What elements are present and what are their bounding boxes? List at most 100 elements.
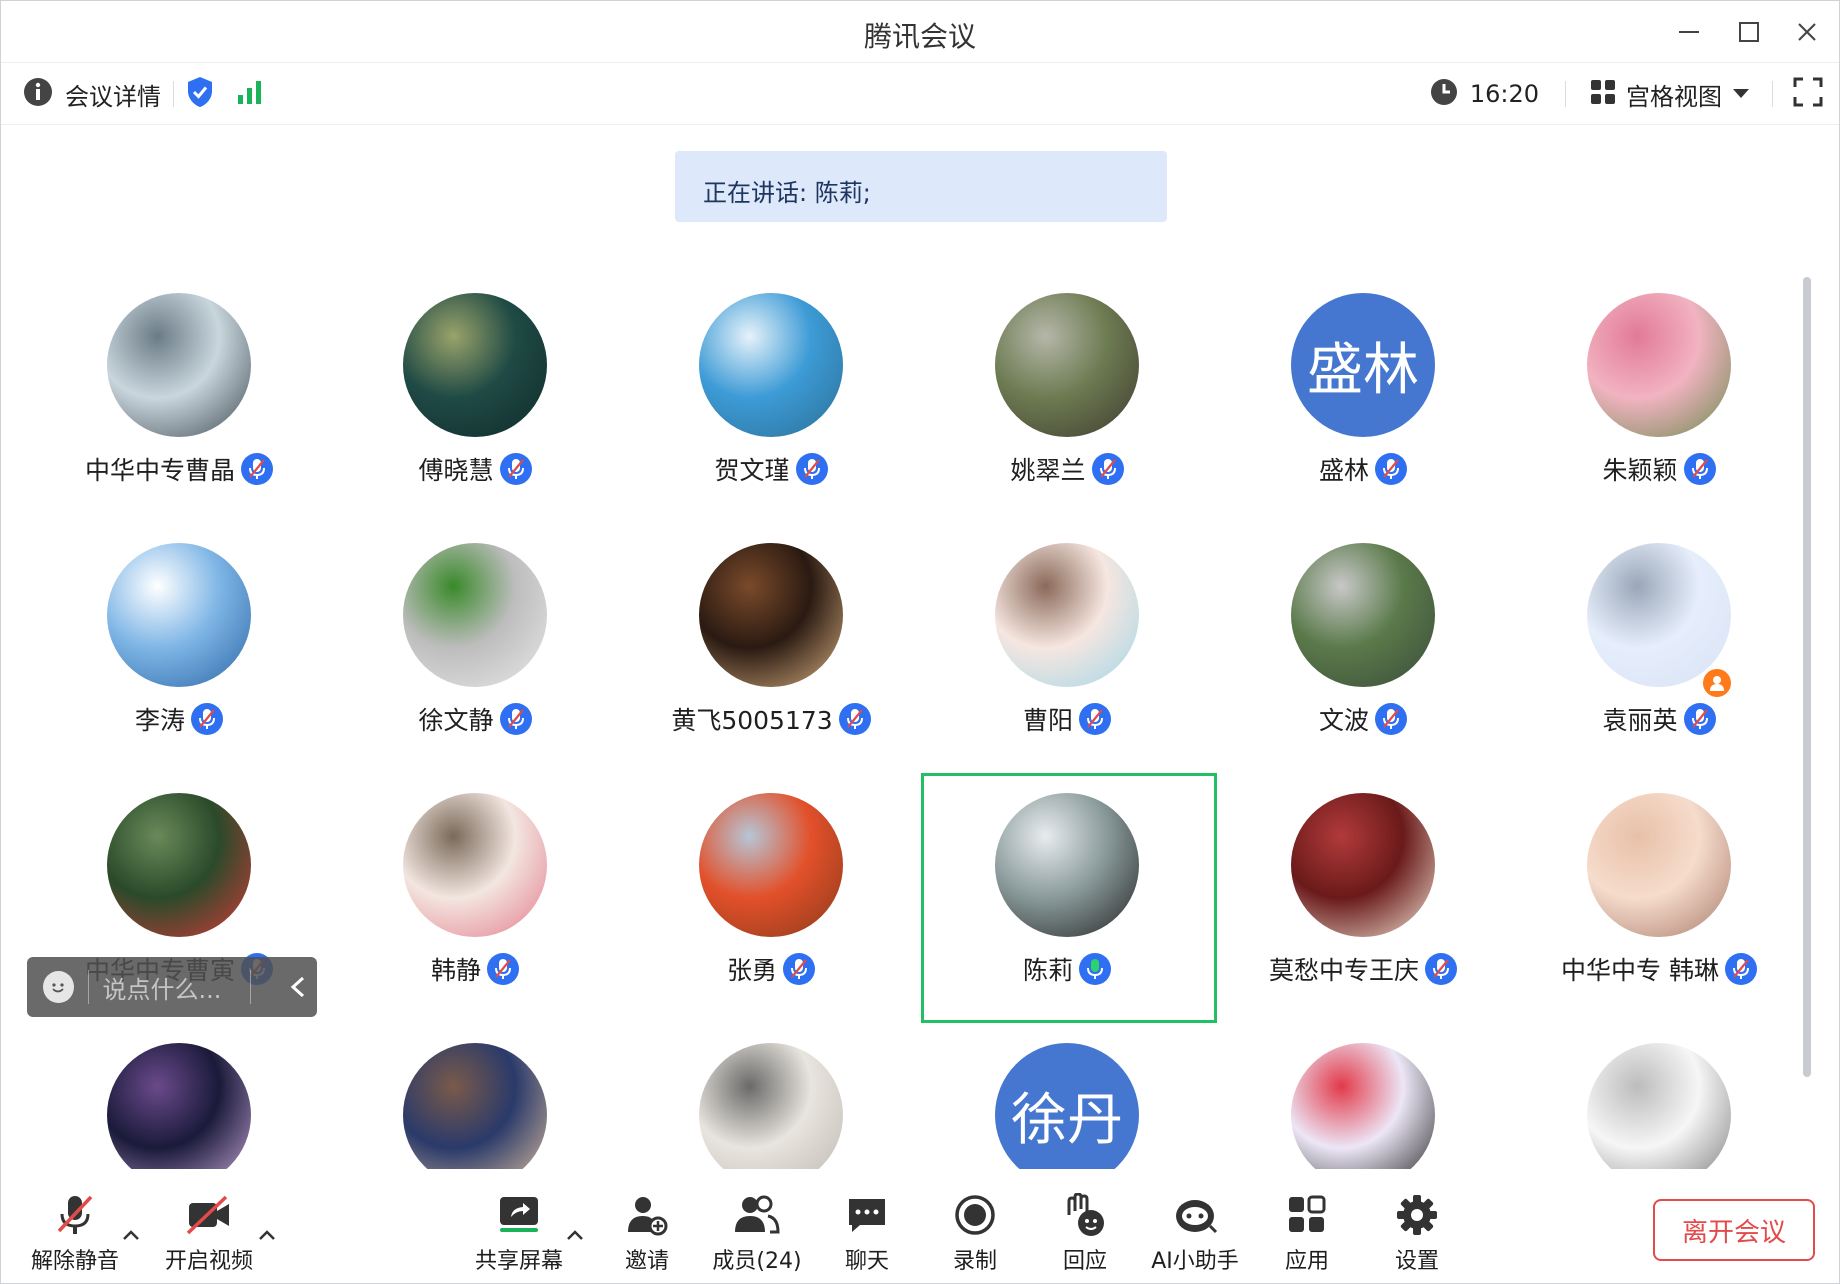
avatar bbox=[403, 293, 547, 437]
mic-muted-icon bbox=[1425, 953, 1457, 985]
participant-tile[interactable]: 黄飞5005173 bbox=[623, 543, 919, 793]
chat-button[interactable]: 聊天 bbox=[839, 1169, 895, 1283]
share-screen-button[interactable]: 共享屏幕 bbox=[471, 1169, 567, 1283]
participant-tile[interactable]: 傅晓慧 bbox=[327, 293, 623, 543]
participant-tile[interactable] bbox=[1511, 1043, 1801, 1171]
avatar bbox=[107, 293, 251, 437]
meeting-toolbar: 解除静音 开启视频 共享屏幕 邀请 成员(24) 聊天 录制 回应 AI小助手 … bbox=[1, 1169, 1839, 1283]
participant-tile[interactable]: 中华中专 韩琳 bbox=[1511, 793, 1801, 1043]
avatar bbox=[107, 793, 251, 937]
participant-name-line: 中华中专曹晶 bbox=[31, 451, 327, 487]
unmute-label: 解除静音 bbox=[30, 1249, 119, 1274]
avatar bbox=[699, 793, 843, 937]
participant-tile[interactable] bbox=[1215, 1043, 1511, 1171]
participant-name-line: 韩静 bbox=[327, 951, 623, 987]
avatar bbox=[1291, 1043, 1435, 1171]
participant-tile[interactable]: 徐丹 bbox=[919, 1043, 1215, 1171]
quick-chat-input[interactable]: 说点什么... bbox=[27, 957, 317, 1017]
participant-tile[interactable] bbox=[623, 1043, 919, 1171]
participant-tile[interactable]: 袁丽英 bbox=[1511, 543, 1801, 793]
participant-tile[interactable]: 姚翠兰 bbox=[919, 293, 1215, 543]
participant-tile[interactable]: 莫愁中专王庆 bbox=[1215, 793, 1511, 1043]
participant-name: 朱颖颖 bbox=[1602, 456, 1678, 485]
mic-muted-icon bbox=[1079, 703, 1111, 735]
avatar bbox=[699, 293, 843, 437]
participant-tile[interactable]: 徐文静 bbox=[327, 543, 623, 793]
participant-name: 莫愁中专王庆 bbox=[1268, 956, 1419, 985]
avatar-initials: 盛林 bbox=[1307, 337, 1419, 403]
ai-assistant-button[interactable]: AI小助手 bbox=[1147, 1169, 1243, 1283]
chevron-up-icon[interactable] bbox=[255, 1225, 279, 1245]
mic-muted-icon bbox=[783, 953, 815, 985]
participant-tile[interactable]: 贺文瑾 bbox=[623, 293, 919, 543]
chat-icon bbox=[843, 1191, 891, 1239]
chevron-up-icon[interactable] bbox=[119, 1225, 143, 1245]
participant-name: 张勇 bbox=[726, 956, 777, 985]
avatar-initials: 徐丹 bbox=[1011, 1087, 1123, 1153]
avatar bbox=[995, 543, 1139, 687]
participant-name-line: 傅晓慧 bbox=[327, 451, 623, 487]
participant-tile[interactable]: 韩静 bbox=[327, 793, 623, 1043]
divider bbox=[249, 970, 251, 1004]
emoji-icon[interactable] bbox=[43, 971, 74, 1003]
apps-grid-icon bbox=[1283, 1191, 1331, 1239]
leave-meeting-button[interactable]: 离开会议 bbox=[1653, 1199, 1815, 1261]
avatar bbox=[699, 543, 843, 687]
participant-tile[interactable]: 中华中专曹晶 bbox=[31, 293, 327, 543]
mic-muted-icon bbox=[487, 953, 519, 985]
participant-name: 袁丽英 bbox=[1602, 706, 1678, 735]
ai-assistant-label: AI小助手 bbox=[1151, 1249, 1239, 1274]
participant-tile[interactable]: 李涛 bbox=[31, 543, 327, 793]
mic-muted-icon bbox=[1683, 703, 1716, 735]
react-button[interactable]: 回应 bbox=[1057, 1169, 1113, 1283]
participant-name-line: 袁丽英 bbox=[1511, 701, 1801, 737]
avatar bbox=[1587, 293, 1731, 437]
scrollbar[interactable] bbox=[1803, 277, 1811, 1077]
participant-tile[interactable]: 朱颖颖 bbox=[1511, 293, 1801, 543]
start-video-label: 开启视频 bbox=[164, 1249, 253, 1274]
share-screen-icon bbox=[495, 1191, 543, 1239]
invite-button[interactable]: 邀请 bbox=[615, 1169, 679, 1283]
avatar: 盛林 bbox=[1291, 293, 1435, 437]
add-user-icon bbox=[623, 1191, 671, 1239]
mic-muted-icon bbox=[1091, 453, 1124, 485]
host-badge-icon bbox=[1701, 667, 1733, 699]
settings-label: 设置 bbox=[1394, 1249, 1439, 1274]
muted-mic-icon bbox=[51, 1191, 99, 1239]
participant-tile[interactable]: 曹阳 bbox=[919, 543, 1215, 793]
settings-button[interactable]: 设置 bbox=[1389, 1169, 1445, 1283]
chevron-up-icon[interactable] bbox=[563, 1225, 587, 1245]
record-button[interactable]: 录制 bbox=[947, 1169, 1003, 1283]
gear-icon bbox=[1393, 1191, 1441, 1239]
participant-name: 徐文静 bbox=[418, 706, 494, 735]
participant-name-line: 曹阳 bbox=[919, 701, 1215, 737]
members-icon bbox=[733, 1191, 781, 1239]
participant-name: 中华中专 韩琳 bbox=[1561, 956, 1719, 985]
meeting-window: 腾讯会议 会议详情 16:20 宫格视图 正在讲话: 陈莉; 中华中专曹晶 傅晓… bbox=[0, 0, 1840, 1284]
participant-tile[interactable]: 盛林 盛林 bbox=[1215, 293, 1511, 543]
members-button[interactable]: 成员(24) bbox=[712, 1169, 802, 1283]
participant-name-line: 贺文瑾 bbox=[623, 451, 919, 487]
react-label: 回应 bbox=[1062, 1249, 1107, 1274]
participant-tile[interactable] bbox=[327, 1043, 623, 1171]
mic-muted-icon bbox=[1375, 703, 1407, 735]
unmute-button[interactable]: 解除静音 bbox=[23, 1169, 127, 1283]
participant-tile[interactable]: 张勇 bbox=[623, 793, 919, 1043]
participant-name: 韩静 bbox=[430, 956, 481, 985]
avatar bbox=[403, 793, 547, 937]
participant-name-line: 中华中专 韩琳 bbox=[1511, 951, 1801, 987]
collapse-chevron-icon[interactable] bbox=[279, 967, 317, 1007]
members-label: 成员(24) bbox=[712, 1249, 802, 1274]
participant-name-line: 张勇 bbox=[623, 951, 919, 987]
participant-name-line: 莫愁中专王庆 bbox=[1215, 951, 1511, 987]
avatar bbox=[1291, 543, 1435, 687]
start-video-button[interactable]: 开启视频 bbox=[157, 1169, 261, 1283]
participant-tile[interactable]: 文波 bbox=[1215, 543, 1511, 793]
record-icon bbox=[951, 1191, 999, 1239]
participant-name-line: 李涛 bbox=[31, 701, 327, 737]
participant-name-line: 徐文静 bbox=[327, 701, 623, 737]
apps-button[interactable]: 应用 bbox=[1279, 1169, 1335, 1283]
divider bbox=[87, 970, 89, 1004]
chat-placeholder[interactable]: 说点什么... bbox=[102, 970, 235, 1005]
participant-tile[interactable] bbox=[31, 1043, 327, 1171]
